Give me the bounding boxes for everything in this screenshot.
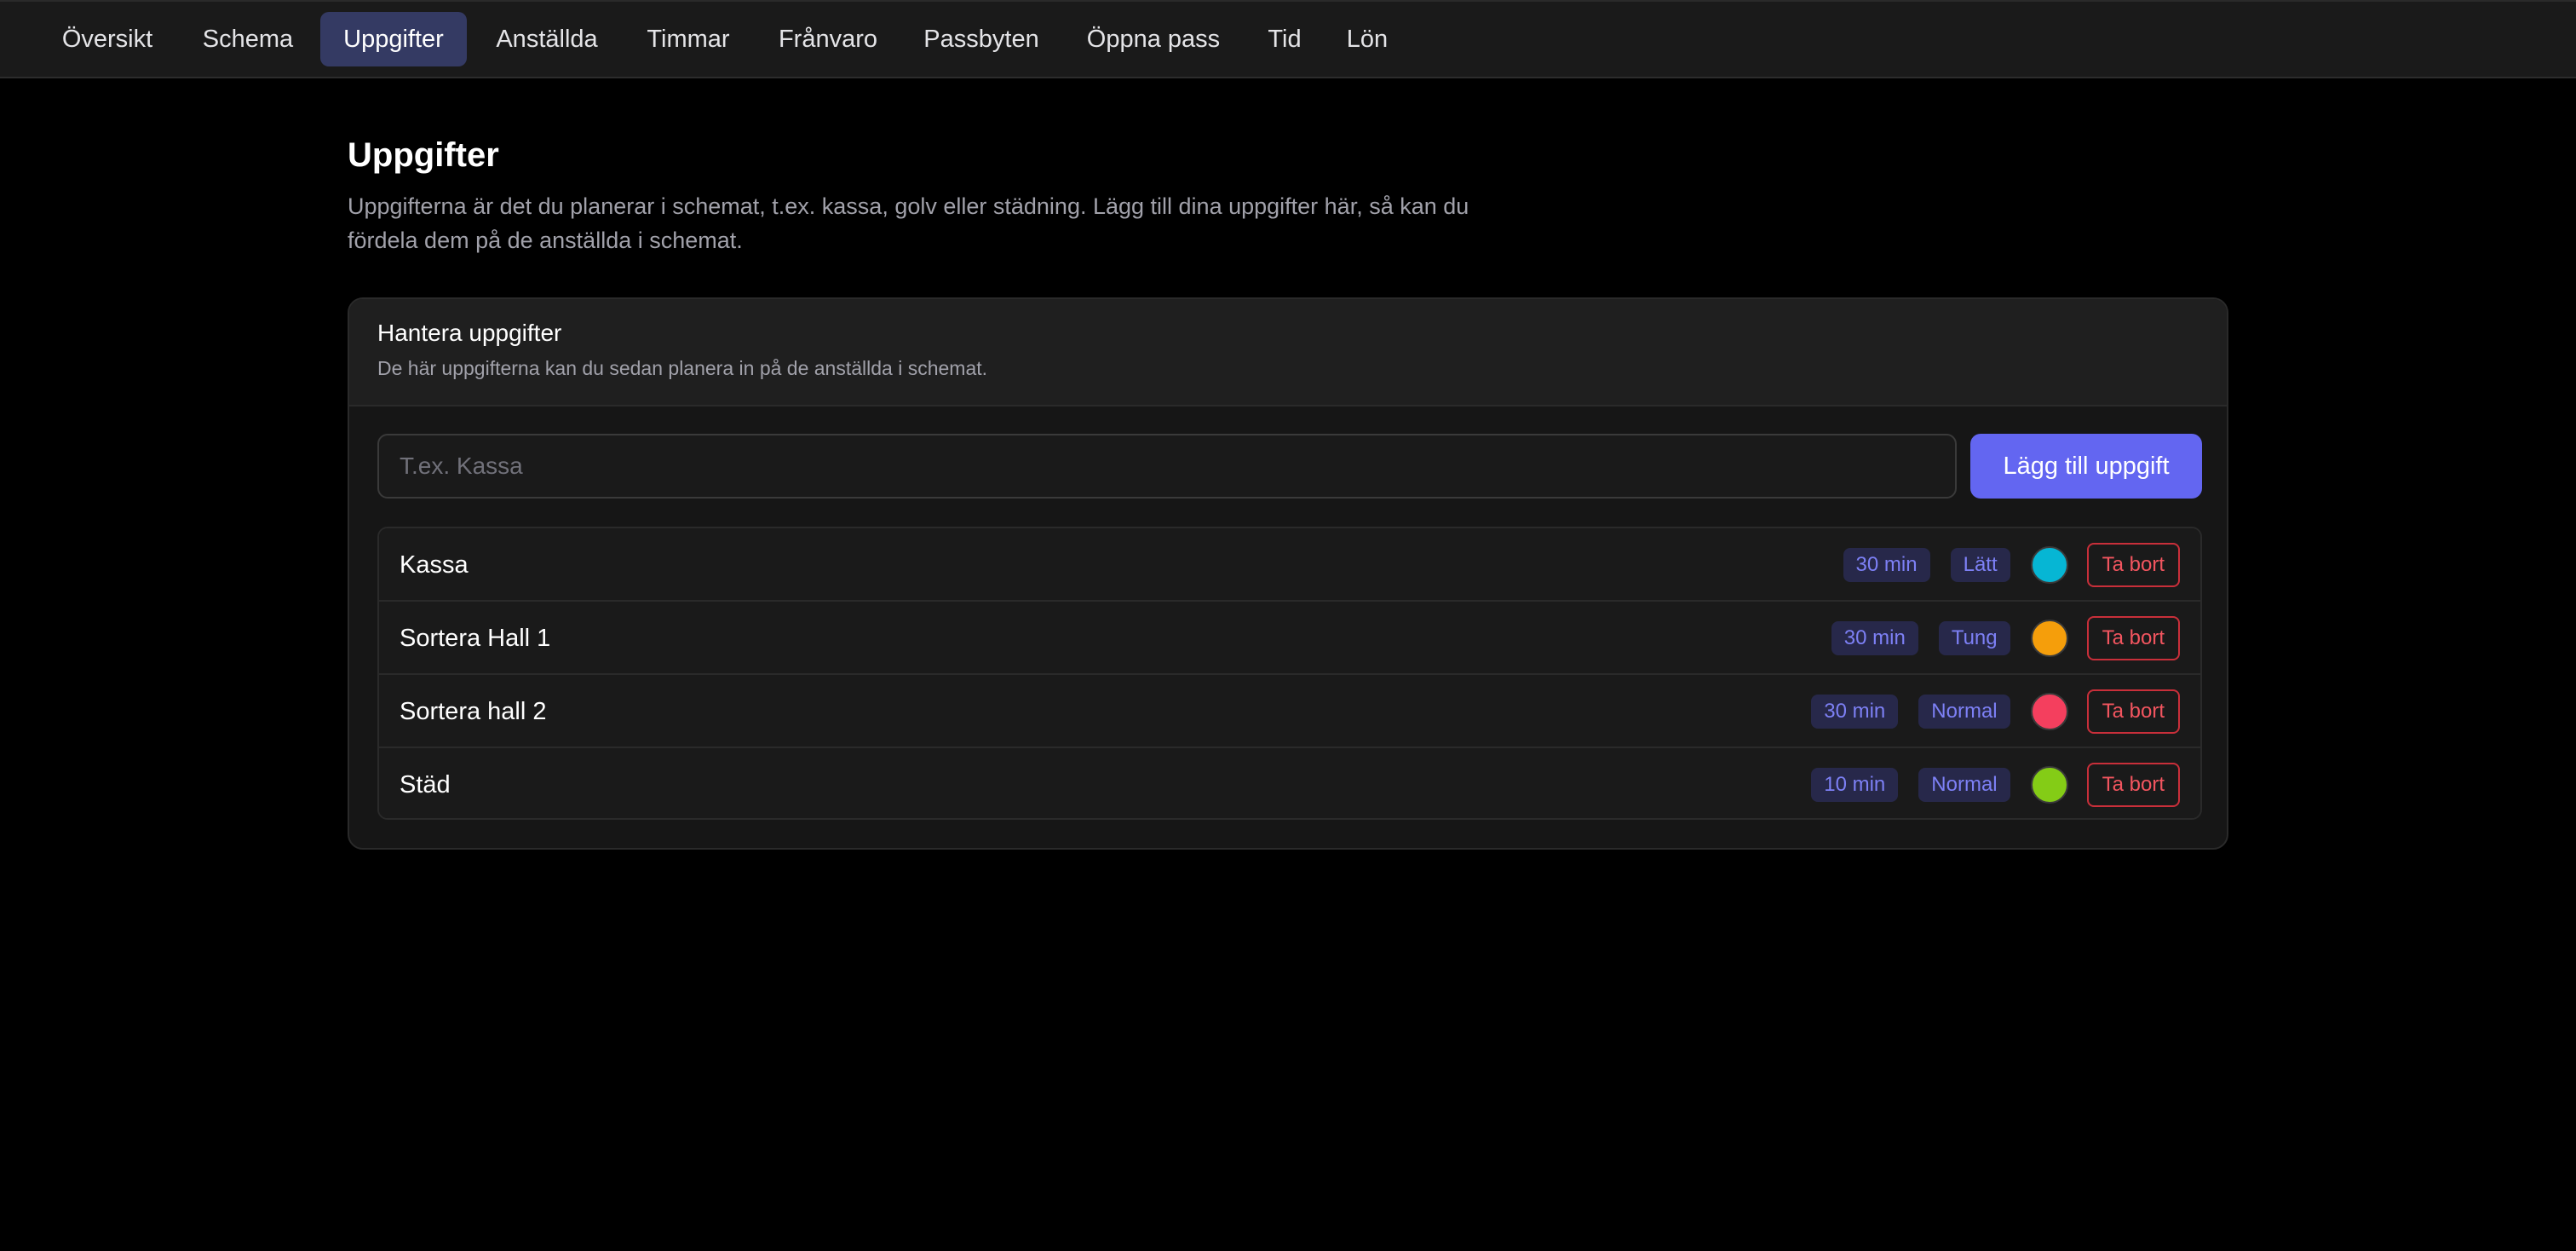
card-header: Hantera uppgifter De här uppgifterna kan… — [349, 299, 2227, 406]
duration-badge: 10 min — [1811, 768, 1899, 802]
task-name-input[interactable] — [377, 434, 1957, 499]
nav-tab-passbyten[interactable]: Passbyten — [906, 12, 1056, 66]
page-description: Uppgifterna är det du planerar i schemat… — [348, 193, 1469, 253]
task-row: Kassa 30 min Lätt Ta bort — [379, 528, 2200, 602]
task-name: Kassa — [400, 551, 469, 579]
card-subtitle: De här uppgifterna kan du sedan planera … — [377, 357, 988, 379]
task-row: Sortera hall 2 30 min Normal Ta bort — [379, 675, 2200, 748]
task-name: Städ — [400, 771, 451, 798]
difficulty-badge: Normal — [1918, 695, 2010, 729]
difficulty-badge: Normal — [1918, 768, 2010, 802]
difficulty-badge: Lätt — [1950, 548, 2010, 582]
nav-tab-lon[interactable]: Lön — [1329, 12, 1406, 66]
duration-badge: 30 min — [1831, 621, 1918, 655]
nav-tab-oppna-pass[interactable]: Öppna pass — [1067, 12, 1240, 66]
task-row: Städ 10 min Normal Ta bort — [379, 748, 2200, 818]
duration-badge: 30 min — [1843, 548, 1930, 582]
page-title: Uppgifter — [348, 136, 499, 174]
delete-task-button[interactable]: Ta bort — [2086, 763, 2180, 807]
task-color-swatch[interactable] — [2030, 546, 2068, 584]
manage-tasks-card: Hantera uppgifter De här uppgifterna kan… — [348, 297, 2228, 850]
task-color-swatch[interactable] — [2030, 766, 2068, 804]
task-color-swatch[interactable] — [2030, 693, 2068, 730]
nav-tab-franvaro[interactable]: Frånvaro — [760, 12, 896, 66]
difficulty-badge: Tung — [1938, 621, 2010, 655]
task-row: Sortera Hall 1 30 min Tung Ta bort — [379, 602, 2200, 675]
nav-tab-tid[interactable]: Tid — [1251, 12, 1319, 66]
nav-tab-timmar[interactable]: Timmar — [627, 12, 750, 66]
task-list: Kassa 30 min Lätt Ta bort Sortera Hall 1… — [377, 527, 2202, 820]
card-title: Hantera uppgifter — [377, 320, 562, 346]
task-name: Sortera hall 2 — [400, 698, 547, 725]
add-task-button[interactable]: Lägg till uppgift — [1970, 434, 2202, 499]
top-navigation: Översikt Schema Uppgifter Anställda Timm… — [0, 0, 2576, 78]
task-color-swatch[interactable] — [2030, 620, 2068, 657]
task-name: Sortera Hall 1 — [400, 625, 551, 652]
nav-tab-schema[interactable]: Schema — [186, 12, 310, 66]
delete-task-button[interactable]: Ta bort — [2086, 689, 2180, 734]
delete-task-button[interactable]: Ta bort — [2086, 543, 2180, 587]
duration-badge: 30 min — [1811, 695, 1899, 729]
nav-tab-uppgifter[interactable]: Uppgifter — [320, 12, 467, 66]
nav-tab-oversikt[interactable]: Översikt — [39, 12, 175, 66]
nav-tab-anstallda[interactable]: Anställda — [477, 12, 617, 66]
delete-task-button[interactable]: Ta bort — [2086, 616, 2180, 660]
